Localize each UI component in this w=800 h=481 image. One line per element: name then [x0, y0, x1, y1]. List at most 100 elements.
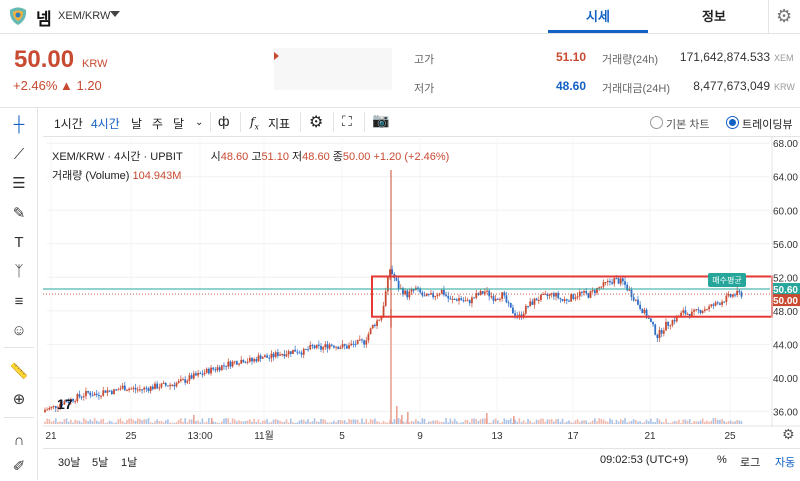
- measure-lines-icon[interactable]: ≡: [8, 291, 30, 313]
- pencil-lock-icon[interactable]: ✐: [8, 456, 30, 478]
- candle: [494, 298, 497, 301]
- candle: [621, 278, 624, 282]
- range-30d[interactable]: 30날: [58, 454, 80, 470]
- volume-bar: [361, 418, 363, 424]
- volume-bar: [445, 418, 447, 424]
- candle: [471, 297, 473, 304]
- legend-close: 50.00: [342, 151, 371, 163]
- text-icon[interactable]: T: [8, 232, 30, 254]
- candle: [333, 345, 335, 348]
- ruler-icon[interactable]: 📏: [8, 361, 30, 383]
- candle: [261, 357, 264, 359]
- tradingview-label[interactable]: 트레이딩뷰: [742, 116, 793, 132]
- clock: 09:02:53 (UTC+9): [600, 454, 689, 466]
- volume-bar: [283, 421, 286, 424]
- candle: [481, 291, 484, 294]
- candle: [339, 347, 342, 349]
- volume-bar: [449, 418, 452, 424]
- horizontal-lines-icon[interactable]: ☰: [8, 173, 30, 195]
- candle: [296, 351, 299, 353]
- interval-day[interactable]: 날: [131, 115, 142, 132]
- fx-icon[interactable]: fx: [250, 115, 259, 131]
- candle: [427, 293, 430, 295]
- pattern-icon[interactable]: ᛉ: [8, 261, 30, 283]
- candle: [449, 298, 452, 300]
- volume-bar: [354, 419, 357, 424]
- interval-4h[interactable]: 4시간: [91, 115, 120, 132]
- pair-label[interactable]: XEM/KRW: [58, 10, 110, 22]
- interval-month[interactable]: 달: [173, 115, 184, 132]
- tab-info[interactable]: 정보: [664, 0, 764, 33]
- price-chart[interactable]: 매수평균50.6050.0017 68.0064.0060.0056.0052.…: [43, 137, 800, 447]
- interval-1h[interactable]: 1시간: [54, 115, 83, 132]
- candle: [298, 352, 301, 354]
- chevron-down-icon[interactable]: ⌄: [195, 117, 203, 128]
- candle: [382, 305, 385, 317]
- range-1d[interactable]: 1날: [121, 454, 137, 470]
- volume-bar: [83, 418, 85, 424]
- candle: [171, 384, 174, 386]
- brush-icon[interactable]: ✎: [8, 203, 30, 225]
- percent-toggle[interactable]: %: [717, 454, 727, 466]
- volume-bar: [106, 422, 109, 424]
- magnet-icon[interactable]: ∩: [8, 430, 30, 452]
- tab-price[interactable]: 시세: [548, 0, 648, 33]
- volume-bar: [408, 422, 411, 424]
- volume-bar: [318, 421, 320, 424]
- volume-bar: [423, 418, 426, 424]
- y-tick-label: 60.00: [773, 206, 798, 217]
- settings-icon[interactable]: ⚙: [309, 112, 323, 132]
- candle: [581, 291, 583, 293]
- volume-bar: [594, 418, 596, 424]
- log-toggle[interactable]: 로그: [740, 454, 760, 470]
- range-5d[interactable]: 5날: [92, 454, 108, 470]
- volume-bar: [430, 421, 432, 424]
- candle: [697, 309, 700, 311]
- tradingview-radio[interactable]: [726, 116, 739, 129]
- camera-icon[interactable]: 📷: [372, 112, 389, 129]
- indicators-button[interactable]: 지표: [268, 115, 290, 132]
- candle: [220, 365, 223, 371]
- volume-bar: [401, 415, 403, 424]
- volume-bar: [716, 419, 719, 424]
- volume-bar: [675, 421, 678, 424]
- volume-bar: [574, 420, 577, 424]
- crosshair-icon[interactable]: ┼: [8, 114, 30, 136]
- candle: [652, 321, 654, 325]
- volume-bar: [699, 420, 702, 424]
- basic-chart-label[interactable]: 기본 차트: [666, 116, 710, 132]
- chevron-down-icon[interactable]: [110, 11, 120, 17]
- fullscreen-icon[interactable]: ⛶: [342, 113, 352, 130]
- volume-bar: [171, 422, 174, 424]
- basic-chart-radio[interactable]: [650, 116, 663, 129]
- candle: [710, 304, 713, 307]
- candle: [434, 295, 437, 298]
- volume-bar: [261, 420, 264, 424]
- settings-icon[interactable]: ⚙: [782, 426, 795, 443]
- volume-bar: [356, 419, 359, 424]
- volume-bar: [387, 422, 389, 424]
- candle: [328, 344, 331, 349]
- volume-bar: [61, 421, 64, 424]
- interval-week[interactable]: 주: [152, 115, 163, 132]
- trend-line-icon[interactable]: ⟋: [8, 144, 30, 166]
- volume-bar: [203, 422, 206, 424]
- volume-bar: [134, 420, 137, 424]
- volume-bar: [128, 418, 130, 424]
- candle: [356, 339, 359, 345]
- volume-bar: [736, 420, 738, 424]
- zoom-in-icon[interactable]: ⊕: [8, 389, 30, 411]
- volume-bar: [221, 421, 223, 424]
- auto-toggle[interactable]: 자동: [775, 454, 795, 470]
- volume-bar: [555, 419, 557, 424]
- emoji-icon[interactable]: ☺: [8, 320, 30, 342]
- candle: [451, 298, 454, 300]
- candle-type-icon[interactable]: ф: [218, 113, 230, 129]
- volume-bar: [684, 419, 687, 424]
- candle: [568, 300, 570, 302]
- volume-bar: [572, 422, 575, 424]
- volume-bar: [630, 420, 633, 424]
- volume-bar: [143, 419, 145, 424]
- gear-icon[interactable]: ⚙: [776, 6, 792, 27]
- y-tick-label: 52.00: [773, 273, 798, 284]
